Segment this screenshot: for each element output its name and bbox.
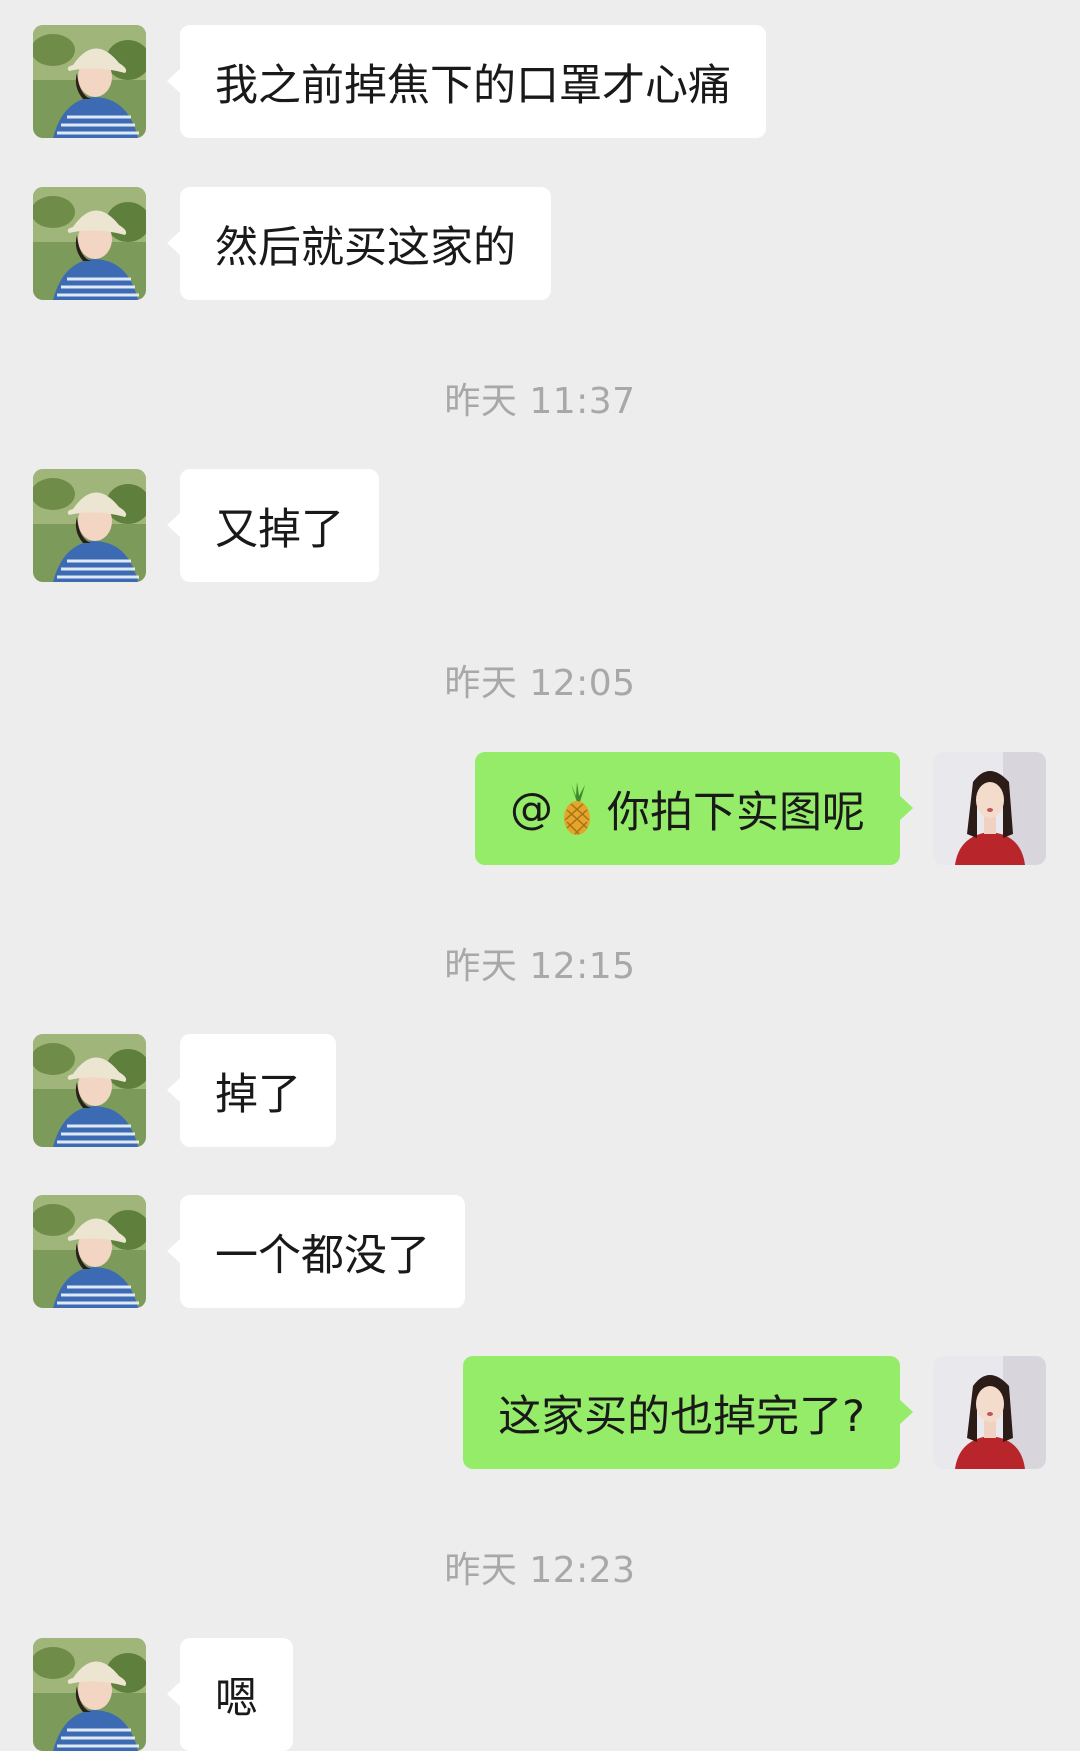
pineapple-icon [559,781,595,836]
mention-at-sign: @ [510,783,553,834]
timestamp: 昨天 12:15 [444,946,636,987]
message-bubble[interactable]: 这家买的也掉完了? [463,1356,913,1469]
message-row-incoming: 又掉了 [0,469,1080,582]
message-row-incoming: 然后就买这家的 [0,187,1080,300]
contact-avatar[interactable] [33,1034,146,1147]
message-row-outgoing: 这家买的也掉完了? [0,1356,1080,1469]
message-text: 又掉了 [215,504,344,555]
message-text: 这家买的也掉完了? [498,1391,865,1442]
contact-avatar[interactable] [33,187,146,300]
self-avatar-image [933,752,1046,865]
message-bubble[interactable]: 掉了 [167,1034,336,1147]
message-text: 掉了 [215,1069,301,1120]
contact-avatar[interactable] [33,25,146,138]
message-row-incoming: 嗯 [0,1638,1080,1751]
message-bubble[interactable]: 嗯 [167,1638,293,1751]
self-avatar[interactable] [933,1356,1046,1469]
self-avatar[interactable] [933,752,1046,865]
contact-avatar-image [33,1034,146,1147]
message-row-incoming: 掉了 [0,1034,1080,1147]
message-text: 我之前掉焦下的口罩才心痛 [215,60,731,111]
contact-avatar-image [33,1195,146,1308]
contact-avatar-image [33,187,146,300]
message-text: 嗯 [215,1673,258,1724]
message-bubble[interactable]: @ 你拍下实图呢 [475,752,913,865]
contact-avatar-image [33,25,146,138]
contact-avatar[interactable] [33,469,146,582]
message-text: 然后就买这家的 [215,222,516,273]
message-text: 你拍下实图呢 [607,787,865,838]
timestamp: 昨天 11:37 [444,381,636,422]
message-bubble[interactable]: 然后就买这家的 [167,187,551,300]
message-bubble[interactable]: 一个都没了 [167,1195,465,1308]
chat-message-list[interactable]: 我之前掉焦下的口罩才心痛 然后就买这家的 昨天 11:37 又掉了 昨天 12:… [0,0,1080,1751]
message-row-incoming: 我之前掉焦下的口罩才心痛 [0,25,1080,138]
self-avatar-image [933,1356,1046,1469]
mention[interactable]: @ [510,781,607,836]
timestamp: 昨天 12:23 [444,1550,636,1591]
contact-avatar[interactable] [33,1195,146,1308]
contact-avatar-image [33,1638,146,1751]
message-row-outgoing: @ 你拍下实图呢 [0,752,1080,865]
message-text: 一个都没了 [215,1230,430,1281]
message-bubble[interactable]: 又掉了 [167,469,379,582]
contact-avatar-image [33,469,146,582]
message-bubble[interactable]: 我之前掉焦下的口罩才心痛 [167,25,766,138]
timestamp: 昨天 12:05 [444,663,636,704]
message-row-incoming: 一个都没了 [0,1195,1080,1308]
contact-avatar[interactable] [33,1638,146,1751]
